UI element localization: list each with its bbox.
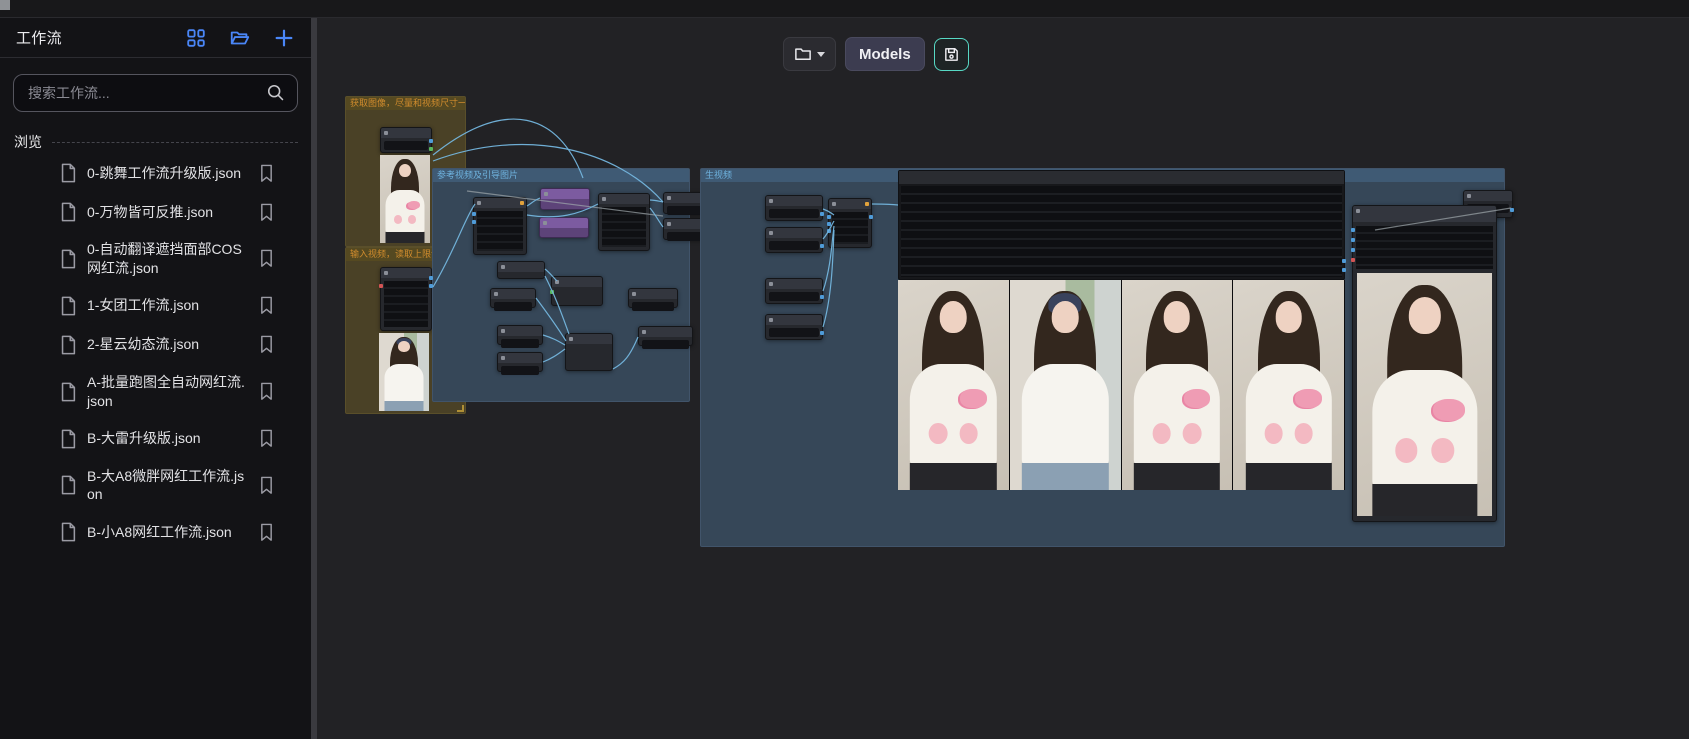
file-icon — [58, 428, 78, 450]
graph-node[interactable] — [490, 288, 536, 308]
graph-node[interactable] — [539, 217, 589, 238]
file-icon — [58, 521, 78, 543]
bookmark-icon[interactable] — [258, 202, 275, 223]
bookmark-icon[interactable] — [258, 428, 275, 449]
new-workflow-plus-icon[interactable] — [273, 27, 295, 49]
node-graph-canvas[interactable]: Models 获取图像，尽量和视频尺寸一致！简单背景最好 输入视频，读取上限调整… — [317, 18, 1689, 739]
group-title: 获取图像，尽量和视频尺寸一致！简单背景最好 — [346, 97, 465, 110]
graph-node[interactable] — [628, 288, 678, 308]
graph-node-load-image[interactable] — [380, 127, 432, 153]
graph-node[interactable] — [765, 314, 823, 340]
file-icon — [58, 162, 78, 184]
file-icon — [58, 201, 78, 223]
chevron-down-icon — [817, 52, 825, 57]
bookmark-icon[interactable] — [258, 522, 275, 543]
workflow-file-name: 2-星云幼态流.json — [87, 335, 245, 354]
browse-section-header: 浏览 — [14, 132, 298, 152]
workflow-list-item[interactable]: 0-跳舞工作流升级版.json — [0, 162, 311, 184]
group-title: 参考视频及引导图片 — [433, 169, 689, 182]
workflow-file-name: 0-跳舞工作流升级版.json — [87, 164, 245, 183]
models-button[interactable]: Models — [845, 37, 925, 71]
graph-node[interactable] — [598, 193, 650, 251]
bookmark-icon[interactable] — [258, 475, 275, 496]
bookmark-icon[interactable] — [258, 381, 275, 402]
workflow-file-name: B-小A8网红工作流.json — [87, 523, 245, 542]
frame-4 — [1233, 280, 1345, 490]
group-resize-handle[interactable] — [457, 405, 464, 412]
folder-icon — [794, 46, 812, 62]
output-image — [1357, 273, 1492, 516]
workflow-list-item[interactable]: B-大雷升级版.json — [0, 428, 311, 450]
graph-node-output-preview[interactable] — [1352, 205, 1497, 522]
browse-label: 浏览 — [14, 132, 42, 152]
workflow-search — [13, 74, 298, 112]
canvas-toolbar: Models — [783, 37, 969, 71]
video-preview-frame — [379, 333, 429, 411]
workflow-file-name: B-大雷升级版.json — [87, 429, 245, 448]
sidebar-header: 工作流 — [0, 18, 311, 58]
workflow-list-item[interactable]: B-小A8网红工作流.json — [0, 521, 311, 543]
video-frames-preview — [898, 280, 1345, 490]
workflow-list-item[interactable]: 0-万物皆可反推.json — [0, 201, 311, 223]
graph-node[interactable] — [565, 333, 613, 371]
graph-node[interactable] — [497, 325, 543, 345]
frame-1 — [898, 280, 1010, 490]
graph-node-sampler[interactable] — [828, 198, 872, 248]
workflow-file-name: A-批量跑图全自动网红流.json — [87, 373, 245, 411]
graph-node[interactable] — [473, 197, 527, 255]
workflow-list-item[interactable]: B-大A8微胖网红工作流.json — [0, 467, 311, 505]
frame-2 — [1010, 280, 1122, 490]
bookmark-icon[interactable] — [258, 163, 275, 184]
save-button[interactable] — [934, 38, 969, 71]
workflow-folder-dropdown[interactable] — [783, 37, 836, 71]
graph-node-load-video[interactable] — [380, 267, 432, 331]
grid-view-icon[interactable] — [185, 27, 207, 49]
search-input[interactable] — [13, 74, 298, 112]
file-icon — [58, 248, 78, 270]
file-icon — [58, 381, 78, 403]
graph-node[interactable] — [765, 278, 823, 304]
graph-node[interactable] — [765, 195, 823, 221]
graph-node[interactable] — [765, 227, 823, 253]
title-bar — [0, 0, 1689, 18]
open-folder-icon[interactable] — [229, 27, 251, 49]
graph-node-video-combine[interactable] — [898, 170, 1345, 280]
graph-node[interactable] — [551, 276, 603, 306]
corner-fragment — [0, 0, 10, 10]
graph-node[interactable] — [638, 326, 693, 346]
frame-3 — [1122, 280, 1234, 490]
bookmark-icon[interactable] — [258, 248, 275, 269]
workflows-sidebar: 工作流 浏览 — [0, 18, 311, 739]
workflow-list-item[interactable]: 0-自动翻译遮挡面部COS网红流.json — [0, 240, 311, 278]
workflow-list-item[interactable]: 2-星云幼态流.json — [0, 334, 311, 356]
workflow-file-name: 0-万物皆可反推.json — [87, 203, 245, 222]
file-icon — [58, 334, 78, 356]
file-icon — [58, 295, 78, 317]
divider — [52, 142, 298, 143]
save-icon — [943, 46, 960, 63]
bookmark-icon[interactable] — [258, 334, 275, 355]
workflow-file-name: B-大A8微胖网红工作流.json — [87, 467, 245, 505]
graph-node[interactable] — [497, 352, 543, 372]
search-icon — [265, 82, 286, 103]
workflow-file-name: 1-女团工作流.json — [87, 296, 245, 315]
bookmark-icon[interactable] — [258, 295, 275, 316]
file-icon — [58, 474, 78, 496]
image-preview-ref — [380, 155, 430, 243]
workflow-file-name: 0-自动翻译遮挡面部COS网红流.json — [87, 240, 245, 278]
workflow-list-item[interactable]: A-批量跑图全自动网红流.json — [0, 373, 311, 411]
sidebar-title: 工作流 — [16, 27, 62, 48]
graph-node[interactable] — [497, 261, 545, 279]
workflow-list-item[interactable]: 1-女团工作流.json — [0, 295, 311, 317]
workflow-list: 0-跳舞工作流升级版.json 0-万物皆可反推.json 0-自动翻译遮挡面部… — [0, 162, 311, 543]
graph-node[interactable] — [540, 188, 590, 210]
sidebar-splitter[interactable] — [311, 18, 317, 739]
